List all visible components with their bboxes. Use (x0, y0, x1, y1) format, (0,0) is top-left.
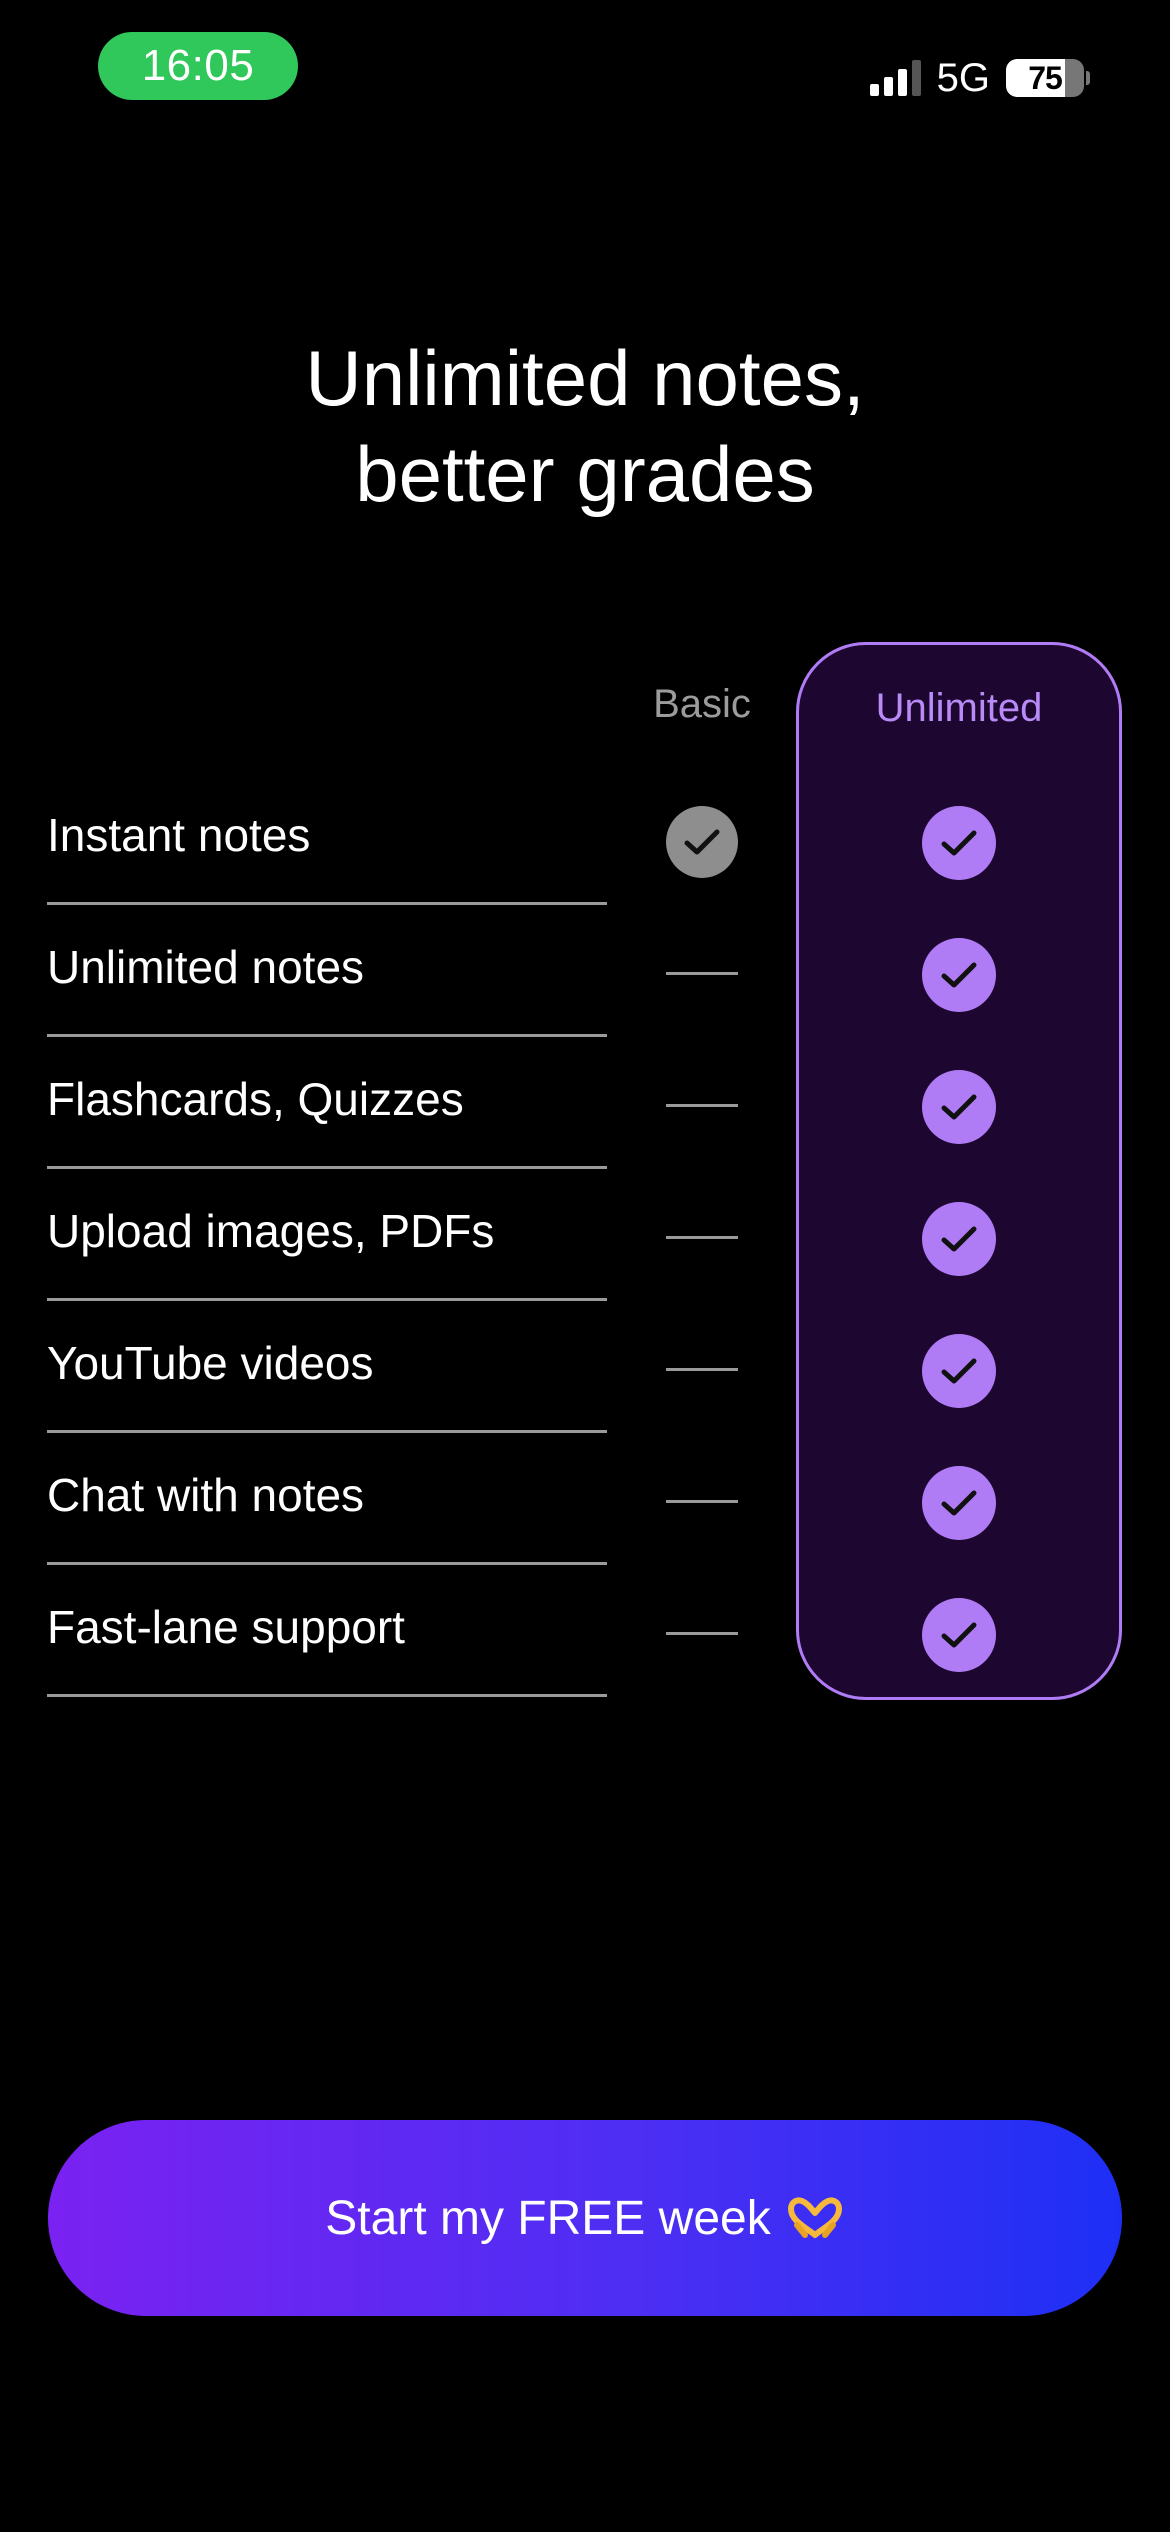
unlimited-check-icon (922, 806, 996, 880)
status-time: 16:05 (98, 32, 298, 100)
heart-hands-icon (787, 2197, 842, 2238)
row-divider (47, 1694, 607, 1697)
feature-label: Upload images, PDFs (47, 1205, 495, 1257)
feature-label: Fast-lane support (47, 1601, 405, 1653)
battery-nub (1086, 71, 1090, 85)
unlimited-check-icon (922, 1598, 996, 1672)
feature-label: Unlimited notes (47, 941, 365, 993)
title-line-2: better grades (355, 430, 815, 518)
network-type: 5G (936, 55, 990, 100)
basic-dash-icon (666, 1632, 738, 1635)
feature-row: Upload images, PDFs (0, 1168, 1170, 1301)
basic-dash-icon (666, 1104, 738, 1107)
unlimited-plan-header: Unlimited (875, 686, 1043, 730)
feature-label: Instant notes (47, 809, 311, 861)
basic-dash-icon (666, 1500, 738, 1503)
cellular-signal-icon (869, 60, 921, 96)
basic-check-icon (666, 806, 738, 878)
feature-row: Chat with notes (0, 1432, 1170, 1565)
feature-row: Fast-lane support (0, 1564, 1170, 1697)
cta-label: Start my FREE week (325, 2191, 771, 2245)
unlimited-check-icon (922, 1202, 996, 1276)
feature-label: Chat with notes (47, 1469, 365, 1521)
status-indicators: 5G 75 (869, 54, 1090, 102)
feature-row: Instant notes (0, 772, 1170, 905)
feature-label: Flashcards, Quizzes (47, 1073, 464, 1125)
unlimited-check-icon (922, 1466, 996, 1540)
unlimited-check-icon (922, 938, 996, 1012)
basic-plan-header: Basic (653, 682, 751, 726)
unlimited-check-icon (922, 1070, 996, 1144)
basic-dash-icon (666, 1368, 738, 1371)
feature-row: Unlimited notes (0, 904, 1170, 1037)
title-line-1: Unlimited notes, (305, 334, 865, 422)
feature-row: YouTube videos (0, 1300, 1170, 1433)
page-title: Unlimited notes, better grades (0, 330, 1170, 522)
battery-icon: 75 (1006, 59, 1084, 97)
unlimited-check-icon (922, 1334, 996, 1408)
battery-percentage: 75 (1028, 59, 1063, 96)
start-free-week-button[interactable]: Start my FREE week (48, 2120, 1122, 2316)
feature-label: YouTube videos (47, 1337, 374, 1389)
basic-dash-icon (666, 972, 738, 975)
basic-dash-icon (666, 1236, 738, 1239)
feature-row: Flashcards, Quizzes (0, 1036, 1170, 1169)
